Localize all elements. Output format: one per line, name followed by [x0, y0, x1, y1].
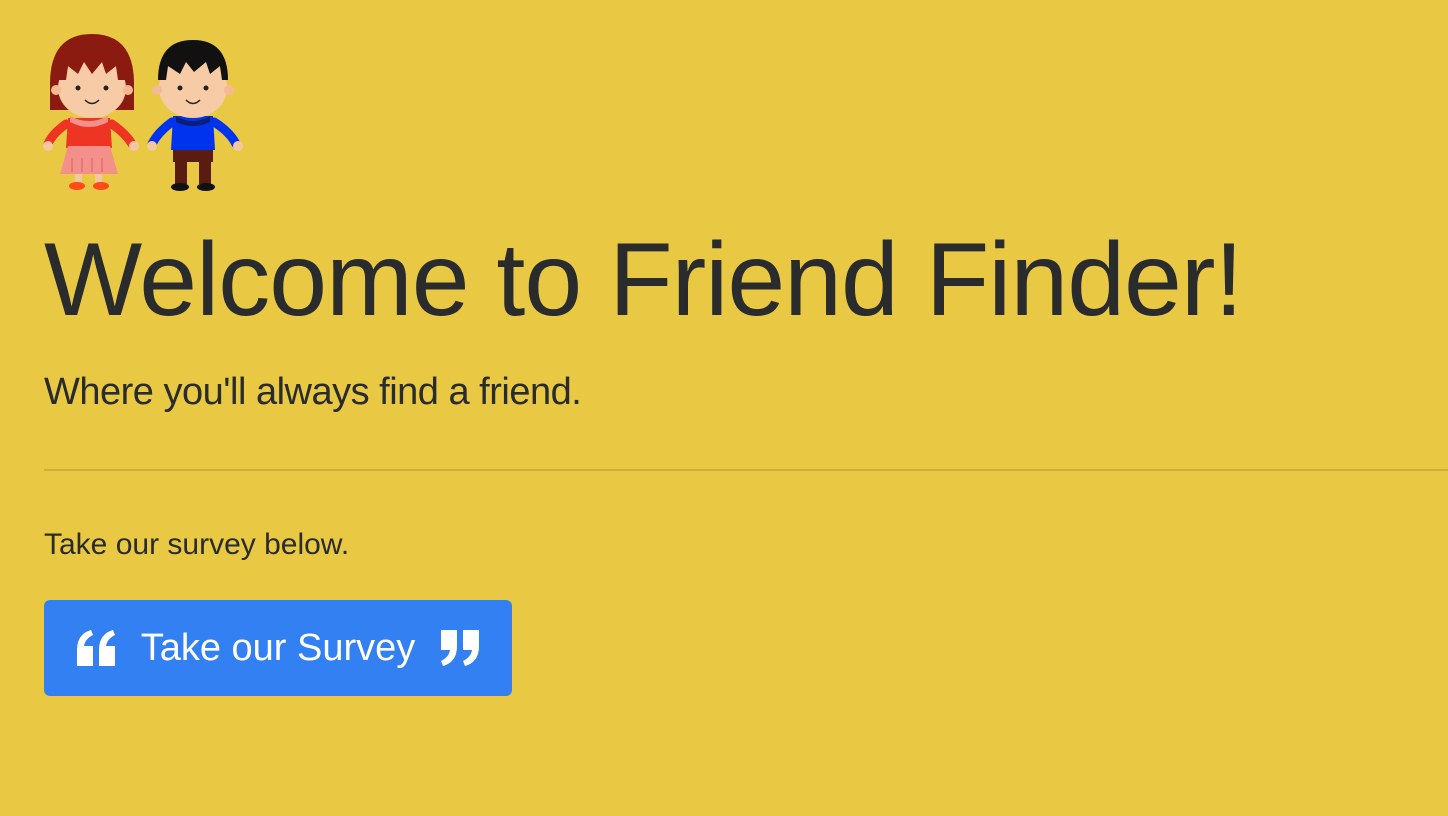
- take-survey-button-label: Take our Survey: [140, 626, 416, 669]
- jumbotron: Welcome to Friend Finder! Where you'll a…: [0, 0, 1448, 816]
- quote-right-icon: [441, 630, 480, 666]
- take-survey-button[interactable]: Take our Survey: [44, 600, 512, 696]
- survey-intro-text: Take our survey below.: [44, 528, 350, 561]
- two-kids-icon: [43, 34, 243, 191]
- divider: [44, 469, 1448, 471]
- page-title: Welcome to Friend Finder!: [44, 222, 1243, 338]
- tagline: Where you'll always find a friend.: [44, 371, 582, 413]
- quote-left-icon: [76, 630, 115, 666]
